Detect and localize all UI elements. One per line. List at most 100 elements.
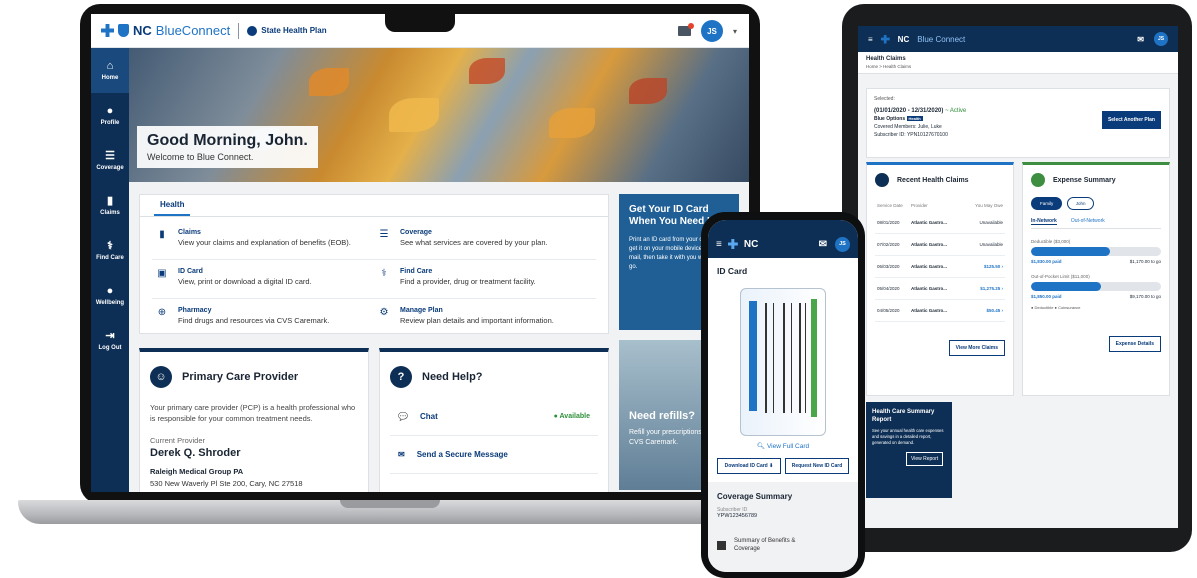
family-toggle[interactable]: Family	[1031, 197, 1063, 210]
tablet-top-bar: ≡ NC Blue Connect ✉ JS	[858, 26, 1178, 52]
pcp-current-label: Current Provider	[150, 436, 206, 445]
pcp-org: Raleigh Medical Group PA	[150, 467, 244, 476]
document-icon	[717, 540, 726, 550]
logout-icon: ⇥	[105, 329, 115, 342]
leaf-shape	[309, 68, 349, 96]
mail-icon[interactable]: ✉	[1137, 35, 1144, 44]
hamburger-menu-icon[interactable]: ≡	[716, 239, 722, 250]
sidebar-item-home[interactable]: ⌂ Home	[91, 48, 129, 93]
john-toggle[interactable]: John	[1066, 197, 1095, 210]
greeting-subtitle: Welcome to Blue Connect.	[147, 152, 254, 162]
recent-claims-card: Recent Health Claims Service Date Provide…	[866, 162, 1014, 396]
caduceus-icon: ⚕	[381, 268, 387, 279]
help-card: ? Need Help? 💬 Chat ● Available ✉ Send a Sec…	[379, 348, 609, 492]
download-icon: ⬇	[769, 463, 774, 469]
tab-in-network[interactable]: In-Network	[1031, 218, 1057, 225]
coverage-summary: Coverage Summary Subscriber ID YPW123456…	[708, 482, 858, 572]
sidebar-item-claims[interactable]: ▮ Claims	[91, 183, 129, 228]
globe-icon	[247, 25, 258, 36]
mail-icon[interactable]: ✉	[819, 239, 827, 250]
deductible-progress	[1031, 247, 1161, 256]
status-badge: Health	[906, 116, 923, 121]
sidebar-item-coverage[interactable]: ☰ Coverage	[91, 138, 129, 183]
leaf-shape	[389, 98, 439, 132]
message-icon: ✉	[398, 450, 405, 459]
health-item-id-card[interactable]: ▣ ID Card View, print or download a digita…	[152, 260, 374, 299]
tab-health[interactable]: Health	[154, 200, 191, 216]
document-icon: ▮	[159, 229, 165, 240]
table-row[interactable]: 08/01/2020 Atlantic Gastro... Unavailable	[875, 212, 1005, 234]
view-more-claims-button[interactable]: View More Claims	[948, 340, 1005, 356]
blue-cross-icon	[880, 34, 890, 44]
page-title: Health Claims	[866, 56, 906, 62]
avatar[interactable]: JS	[700, 20, 723, 42]
gear-icon: ⚙	[379, 307, 389, 318]
request-new-id-card-button[interactable]: Request New ID Card	[785, 458, 849, 474]
chat-row[interactable]: 💬 Chat ● Available	[390, 398, 598, 436]
hamburger-menu-icon[interactable]: ≡	[868, 35, 873, 44]
tablet-frame: ≡ NC Blue Connect ✉ JS Health Claims Home …	[842, 4, 1192, 552]
sidebar-item-profile[interactable]: ● Profile	[91, 93, 129, 138]
document-icon	[875, 173, 889, 187]
laptop-screen: NC BlueConnect State Health Plan JS ▾ ⌂ Ho…	[91, 14, 749, 492]
leaf-shape	[469, 58, 505, 84]
search-icon: 🔍︎	[756, 443, 766, 450]
chevron-down-icon[interactable]: ▾	[733, 27, 737, 36]
secure-message-row[interactable]: ✉ Send a Secure Message	[390, 436, 598, 474]
sidebar-item-log-out[interactable]: ⇥ Log Out	[91, 318, 129, 363]
chat-icon: 💬	[398, 412, 408, 421]
pcp-desc: Your primary care provider (PCP) is a he…	[150, 403, 356, 423]
avatar[interactable]: JS	[1154, 32, 1168, 46]
report-title: Health Care Summary Report	[872, 409, 935, 423]
health-item-find-care[interactable]: ⚕ Find Care Find a provider, drug or treat…	[374, 260, 596, 299]
id-card-icon: ▣	[157, 268, 167, 279]
view-full-card-link[interactable]: 🔍︎ View Full Card	[708, 442, 858, 450]
table-row[interactable]: 05/04/2020 Atlantic Gastro... $1,275.25 ›	[875, 278, 1005, 300]
list-icon: ☰	[379, 229, 389, 240]
hero-banner: Good Morning, John. Welcome to Blue Conn…	[129, 48, 749, 182]
summary-report-card: Health Care Summary Report See your annu…	[866, 402, 952, 498]
health-card: Health ▮ Claims View your claims and expla…	[139, 194, 609, 334]
table-row[interactable]: 06/03/2020 Atlantic Gastro... $125.50 ›	[875, 256, 1005, 278]
person-icon: ●	[106, 104, 114, 117]
tab-out-of-network[interactable]: Out-of-Network	[1071, 218, 1105, 225]
leaf-shape	[629, 78, 667, 104]
id-card-image[interactable]	[740, 288, 826, 436]
expense-summary-card: Expense Summary Family John In-Network Ou…	[1022, 162, 1170, 396]
health-item-coverage[interactable]: ☰ Coverage See what services are covered b…	[374, 221, 596, 260]
summary-of-benefits-link[interactable]: Summary of Benefits & Coverage	[717, 537, 849, 553]
table-row[interactable]: 04/05/2020 Atlantic Gastro... $50.45 ›	[875, 300, 1005, 322]
select-another-plan-button[interactable]: Select Another Plan	[1101, 111, 1161, 129]
health-item-manage-plan[interactable]: ⚙ Manage Plan Review plan details and impo…	[374, 299, 596, 338]
view-report-button[interactable]: View Report	[906, 452, 944, 466]
sidebar-item-find-care[interactable]: ⚕ Find Care	[91, 228, 129, 273]
question-icon: ?	[390, 366, 412, 388]
laptop-base-notch	[340, 500, 440, 508]
blueconnect-logo[interactable]: NC BlueConnect	[101, 23, 230, 38]
phone-top-bar: ≡ NC ✉ JS	[708, 220, 858, 258]
breadcrumb[interactable]: Home > Health Claims	[866, 64, 1170, 69]
leaf-shape	[549, 108, 595, 138]
avatar[interactable]: JS	[835, 236, 850, 252]
health-item-pharmacy[interactable]: ⊕ Pharmacy Find drugs and resources via CV…	[152, 299, 374, 338]
home-icon: ⌂	[106, 59, 114, 72]
deductible-label: Deductible ($3,000)	[1031, 239, 1071, 244]
sidebar-item-wellbeing[interactable]: ● Wellbeing	[91, 273, 129, 318]
oop-label: Out-of-Pocket Limit ($11,000)	[1031, 274, 1090, 279]
pcp-card: ☺ Primary Care Provider Your primary care…	[139, 348, 369, 492]
phone-screen: ≡ NC ✉ JS ID Card 🔍︎ View Full Card Downl…	[708, 220, 858, 572]
expense-details-button[interactable]: Expense Details	[1108, 336, 1161, 352]
greeting-box: Good Morning, John. Welcome to Blue Conn…	[137, 126, 318, 168]
list-icon: ☰	[105, 149, 115, 162]
apple-icon: ●	[106, 284, 114, 297]
download-id-card-button[interactable]: Download ID Card ⬇	[717, 458, 781, 474]
page-title: ID Card	[717, 266, 748, 276]
laptop-frame: NC BlueConnect State Health Plan JS ▾ ⌂ Ho…	[80, 4, 760, 504]
health-item-claims[interactable]: ▮ Claims View your claims and explanation …	[152, 221, 374, 260]
pcp-address: 530 New Waverly Pl Ste 200, Cary, NC 275…	[150, 479, 303, 488]
tablet-page-header: Health Claims Home > Health Claims	[858, 52, 1178, 74]
expense-legend: ● Deductible ● Coinsurance	[1031, 305, 1081, 310]
blue-cross-icon	[101, 24, 114, 37]
table-row[interactable]: 07/02/2020 Atlantic Gastro... Unavailable	[875, 234, 1005, 256]
mail-icon[interactable]	[677, 23, 694, 36]
